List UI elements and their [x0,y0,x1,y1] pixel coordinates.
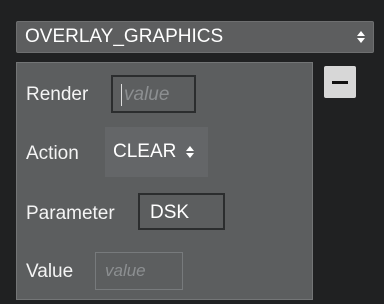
action-label: Action [26,143,79,164]
render-label: Render [26,84,89,105]
minus-icon [332,81,348,84]
updown-arrows-icon [357,29,365,45]
text-caret [121,84,122,106]
command-type-value: OVERLAY_GRAPHICS [25,26,224,47]
updown-arrows-icon [186,144,194,160]
command-fields-panel: Render value Action CLEAR Parameter DSK … [16,62,313,300]
action-value: CLEAR [113,141,177,162]
remove-button[interactable] [324,66,356,98]
parameter-value: DSK [150,202,190,223]
value-placeholder: value [105,261,146,280]
render-input[interactable]: value [111,75,196,113]
value-label: Value [26,261,74,282]
render-placeholder: value [124,84,170,105]
action-select[interactable]: CLEAR [105,127,208,177]
parameter-label: Parameter [26,203,115,224]
command-type-select[interactable]: OVERLAY_GRAPHICS [16,21,374,53]
value-input[interactable]: value [95,252,183,290]
parameter-input[interactable]: DSK [138,193,225,230]
